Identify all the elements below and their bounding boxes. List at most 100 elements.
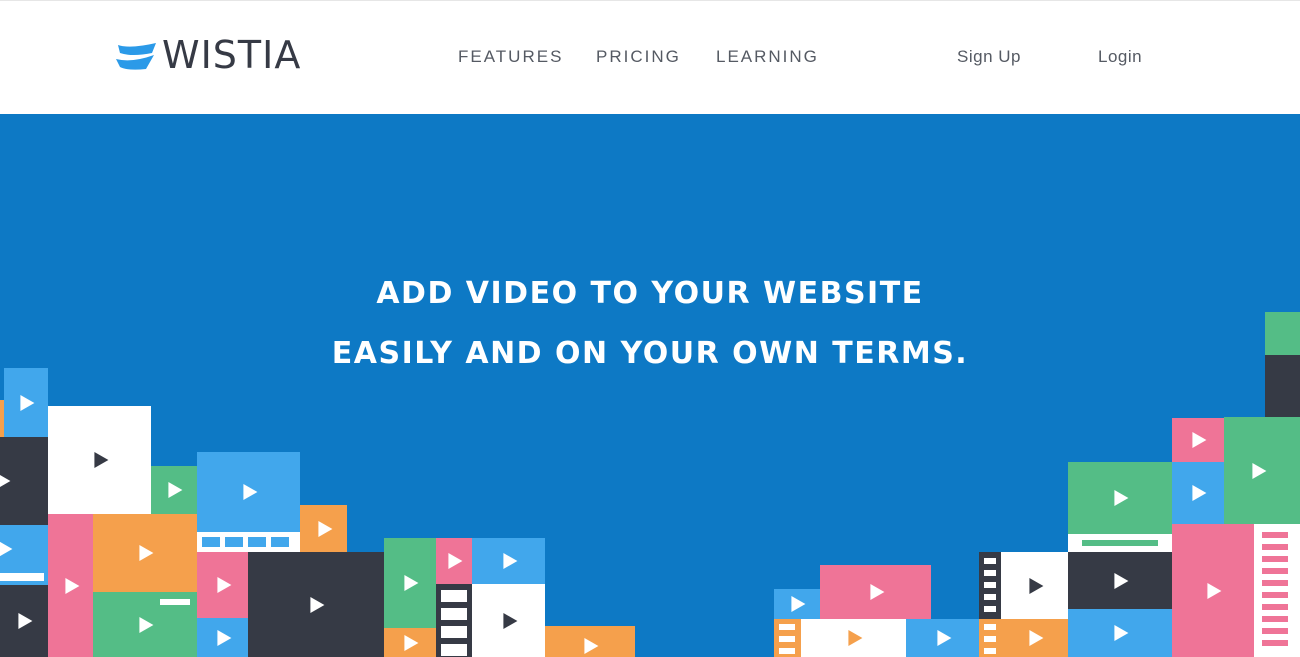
thumbnail-strip bbox=[202, 537, 289, 547]
film-frame bbox=[984, 558, 996, 564]
wistia-wave-icon bbox=[116, 43, 156, 70]
play-icon bbox=[791, 596, 806, 612]
video-tile bbox=[48, 514, 93, 657]
hero-headline-line1: ADD VIDEO TO YOUR WEBSITE bbox=[376, 276, 924, 311]
play-icon bbox=[139, 616, 154, 633]
video-tile bbox=[545, 626, 635, 657]
play-icon bbox=[1207, 582, 1222, 599]
play-icon bbox=[216, 577, 231, 593]
video-tile bbox=[774, 589, 820, 619]
play-icon bbox=[448, 553, 463, 569]
play-icon bbox=[93, 452, 108, 468]
video-tile bbox=[300, 505, 347, 552]
video-tile bbox=[1172, 524, 1254, 657]
video-tile bbox=[248, 552, 384, 657]
play-icon bbox=[317, 520, 332, 537]
film-frame bbox=[1262, 556, 1288, 562]
video-tile bbox=[151, 466, 197, 514]
nav-features-link[interactable]: FEATURES bbox=[458, 47, 563, 67]
film-frame bbox=[984, 624, 996, 630]
video-tile bbox=[197, 618, 248, 657]
play-icon bbox=[584, 638, 599, 655]
wistia-logo[interactable]: WISTIA bbox=[116, 35, 301, 75]
video-tile bbox=[1172, 462, 1224, 524]
wistia-wordmark: WISTIA bbox=[162, 33, 302, 77]
play-icon bbox=[242, 484, 257, 500]
nav-pricing-link[interactable]: PRICING bbox=[596, 47, 681, 67]
video-tile bbox=[197, 552, 248, 618]
video-tile bbox=[1001, 619, 1068, 657]
play-icon bbox=[502, 553, 517, 569]
video-tile bbox=[1068, 609, 1172, 657]
film-frame bbox=[984, 606, 996, 612]
video-tile bbox=[1068, 462, 1172, 534]
play-icon bbox=[216, 629, 231, 646]
video-tile bbox=[436, 538, 472, 584]
video-tile bbox=[1224, 417, 1300, 524]
play-icon bbox=[0, 473, 11, 489]
play-icon bbox=[1252, 462, 1267, 479]
video-tile bbox=[1068, 552, 1172, 609]
film-frame bbox=[1262, 628, 1288, 634]
video-tile bbox=[906, 619, 979, 657]
video-tile bbox=[4, 368, 48, 438]
film-frame bbox=[984, 594, 996, 600]
play-icon bbox=[20, 395, 35, 411]
film-frame bbox=[441, 626, 467, 638]
film-frame bbox=[984, 582, 996, 588]
video-tile bbox=[384, 538, 436, 628]
play-icon bbox=[847, 630, 862, 646]
play-icon bbox=[0, 541, 13, 557]
video-tile bbox=[48, 406, 151, 514]
film-frame bbox=[984, 636, 996, 642]
film-frame bbox=[1262, 604, 1288, 610]
play-icon bbox=[404, 634, 419, 651]
progress-bar bbox=[0, 573, 44, 581]
film-frame bbox=[1262, 592, 1288, 598]
film-frame bbox=[441, 590, 467, 602]
play-icon bbox=[168, 482, 183, 498]
video-tile bbox=[1172, 418, 1224, 462]
video-tile bbox=[0, 437, 48, 525]
film-frame bbox=[1262, 532, 1288, 538]
play-icon bbox=[1114, 490, 1129, 506]
video-tile bbox=[0, 585, 48, 657]
film-frame bbox=[1262, 580, 1288, 586]
film-frame bbox=[1262, 640, 1288, 646]
play-icon bbox=[1028, 577, 1043, 594]
film-frame bbox=[779, 624, 795, 630]
play-icon bbox=[1114, 572, 1129, 589]
video-tile bbox=[93, 514, 197, 592]
hero-section: ADD VIDEO TO YOUR WEBSITE EASILY AND ON … bbox=[0, 114, 1300, 657]
film-frame bbox=[441, 644, 467, 656]
video-tile bbox=[197, 452, 300, 532]
nav-learning-link[interactable]: LEARNING bbox=[716, 47, 819, 67]
film-frame bbox=[1262, 544, 1288, 550]
video-tile bbox=[1265, 355, 1300, 417]
play-icon bbox=[18, 613, 33, 629]
video-tile bbox=[1001, 552, 1068, 619]
play-icon bbox=[404, 575, 419, 591]
sign-up-link[interactable]: Sign Up bbox=[957, 47, 1021, 67]
video-tile bbox=[384, 628, 436, 657]
video-tile bbox=[1265, 312, 1300, 355]
login-link[interactable]: Login bbox=[1098, 47, 1142, 67]
progress-bar bbox=[160, 599, 190, 605]
video-tile bbox=[820, 565, 931, 619]
play-icon bbox=[1114, 625, 1129, 641]
progress-bar bbox=[1082, 540, 1158, 546]
play-icon bbox=[936, 630, 951, 646]
video-tile bbox=[801, 619, 906, 657]
film-frame bbox=[1262, 616, 1288, 622]
film-frame bbox=[984, 570, 996, 576]
video-tile bbox=[472, 538, 545, 584]
film-frame bbox=[441, 608, 467, 620]
play-icon bbox=[1192, 485, 1207, 501]
play-icon bbox=[64, 577, 79, 594]
play-icon bbox=[1028, 630, 1043, 646]
play-icon bbox=[310, 596, 325, 613]
play-icon bbox=[1192, 432, 1207, 448]
film-frame bbox=[1262, 568, 1288, 574]
video-tile bbox=[472, 584, 545, 657]
play-icon bbox=[869, 584, 884, 600]
